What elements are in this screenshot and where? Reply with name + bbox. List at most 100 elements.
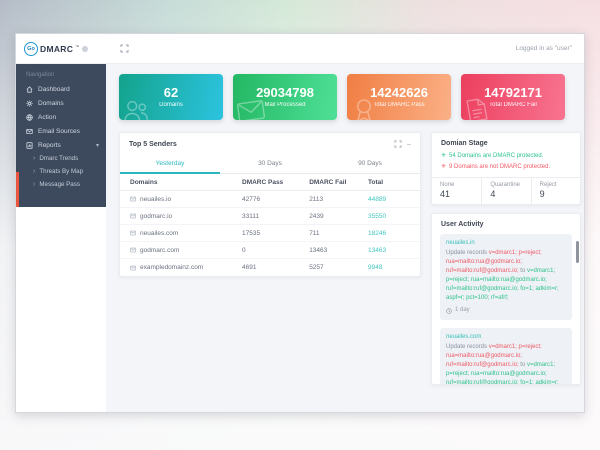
cell-total: 9948 (368, 264, 410, 271)
stat-label: Domains (159, 102, 183, 108)
cell-fail: 13463 (309, 247, 368, 254)
panels-row: Top 5 Senders – Yesterday 30 Days 90 Day… (119, 132, 572, 385)
sidebar-item-reports[interactable]: Reports ▾ (16, 138, 106, 152)
sidebar-subitem-dmarc-trends[interactable]: Dmarc Trends (16, 152, 106, 165)
cell-domain-text: neuailes.io (140, 196, 171, 203)
stage-reject: Reject 9 (531, 178, 580, 204)
logo-text: DMARC (40, 44, 73, 54)
stat-label: Total DMARC Pass (373, 102, 424, 108)
domain-stage-panel: Domian Stage 54 Domains are DMARC protec… (431, 132, 581, 205)
sidebar: Navigation Dashboard Domains Action Emai… (16, 64, 106, 207)
mail-row-icon (130, 230, 136, 236)
stat-card-dmarc-pass[interactable]: 14242626 Total DMARC Pass (347, 74, 451, 120)
stage-quarantine: Quarantine 4 (481, 178, 530, 204)
table-row[interactable]: exampledomainz.com 4691 5257 9948 (120, 259, 420, 276)
stat-label: Total DMARC Fail (489, 102, 537, 108)
collapse-panel-icon[interactable]: – (407, 141, 411, 148)
app-window: Go DMARC ™ Logged in as "user" Navigatio… (15, 33, 585, 413)
users-icon (121, 96, 151, 120)
sidebar-subitem-threats-by-map[interactable]: Threats By Map (16, 165, 106, 178)
table-header: Domains DMARC Pass DMARC Fail Total (120, 174, 420, 191)
activity-time: 1 day (446, 306, 566, 315)
table-row[interactable]: godmarc.com 0 13463 13463 (120, 242, 420, 259)
activity-scrollbar[interactable] (576, 241, 579, 263)
stage-summary: None 41 Quarantine 4 Reject 9 (432, 177, 580, 204)
sidebar-item-label: Reports (38, 142, 61, 149)
user-activity-title: User Activity (441, 221, 484, 228)
expand-icon[interactable] (394, 140, 402, 148)
domain-stage-title: Domian Stage (441, 140, 488, 147)
cell-pass: 17535 (242, 230, 309, 237)
tab-yesterday[interactable]: Yesterday (120, 154, 220, 174)
top-senders-tabs: Yesterday 30 Days 90 Days (120, 154, 420, 174)
table-row[interactable]: neuailes.io 42776 2113 44889 (120, 191, 420, 208)
sidebar-scrollbar[interactable] (16, 172, 19, 207)
col-total: Total (368, 179, 410, 186)
sidebar-item-label: Dashboard (38, 86, 70, 93)
mail-row-icon (130, 265, 136, 271)
logo[interactable]: Go DMARC ™ (16, 42, 106, 56)
stat-card-mail-processed[interactable]: 29034798 Mail Processed (233, 74, 337, 120)
cell-pass: 42776 (242, 196, 309, 203)
activity-prefix: Update records (446, 344, 489, 350)
sidebar-subitem-label: Dmarc Trends (39, 155, 78, 162)
sidebar-item-email-sources[interactable]: Email Sources (16, 124, 106, 138)
sidebar-section-label: Navigation (16, 69, 106, 82)
cell-fail: 2439 (309, 213, 368, 220)
activity-connector: to (519, 268, 527, 274)
clock-icon (446, 308, 452, 314)
cell-pass: 33111 (242, 213, 309, 220)
cell-total: 18246 (368, 230, 410, 237)
table-row[interactable]: godmarc.io 33111 2439 35550 (120, 208, 420, 225)
cell-fail: 5257 (309, 264, 368, 271)
sidebar-item-domains[interactable]: Domains (16, 96, 106, 110)
stat-card-domains[interactable]: 62 Domains (119, 74, 223, 120)
top-senders-panel: Top 5 Senders – Yesterday 30 Days 90 Day… (119, 132, 421, 277)
stat-card-dmarc-fail[interactable]: 14792171 Total DMARC Fail (461, 74, 565, 120)
chevron-down-icon: ▾ (96, 142, 106, 149)
user-activity-panel: User Activity neuailes.in Update records… (431, 213, 581, 385)
main-content: 62 Domains 29034798 Mail Processed 14242… (106, 64, 584, 412)
cell-pass: 4691 (242, 264, 309, 271)
cell-domain-text: exampledomainz.com (140, 264, 203, 271)
cell-fail: 711 (309, 230, 368, 237)
logo-trademark: ™ (75, 44, 79, 49)
col-dmarc-pass: DMARC Pass (242, 179, 309, 186)
right-column: Domian Stage 54 Domains are DMARC protec… (431, 132, 581, 385)
gear-icon (26, 100, 33, 107)
col-domains: Domains (130, 179, 242, 186)
top-senders-title: Top 5 Senders (129, 141, 177, 148)
tab-30-days[interactable]: 30 Days (220, 154, 320, 174)
sidebar-item-dashboard[interactable]: Dashboard (16, 82, 106, 96)
activity-prefix: Update records (446, 250, 489, 256)
stat-value: 62 (164, 86, 178, 100)
header: Go DMARC ™ Logged in as "user" (16, 34, 584, 64)
table-row[interactable]: neuailes.com 17535 711 18246 (120, 225, 420, 242)
stat-value: 14792171 (484, 86, 542, 100)
stat-label: Mail Processed (264, 102, 305, 108)
sidebar-subitem-message-pass[interactable]: Message Pass (16, 178, 106, 191)
stage-none: None 41 (432, 178, 481, 204)
cell-domain-text: godmarc.com (140, 247, 179, 254)
protected-status-text: 54 Domains are DMARC protected. (432, 150, 580, 161)
cell-domain-text: godmarc.io (140, 213, 172, 220)
activity-domain-link[interactable]: neuailes.in (446, 239, 566, 248)
cell-pass: 0 (242, 247, 309, 254)
sidebar-item-action[interactable]: Action (16, 110, 106, 124)
cell-fail: 2113 (309, 196, 368, 203)
col-dmarc-fail: DMARC Fail (309, 179, 368, 186)
cell-total: 35550 (368, 213, 410, 220)
email-icon (26, 128, 33, 135)
sidebar-toggle-icon[interactable] (120, 44, 129, 53)
activity-item: neuailes.com Update records v=dmarc1; p=… (440, 328, 572, 385)
sidebar-subitem-label: Message Pass (39, 181, 80, 188)
tab-90-days[interactable]: 90 Days (320, 154, 420, 174)
logged-in-status: Logged in as "user" (516, 45, 584, 52)
activity-domain-link[interactable]: neuailes.com (446, 333, 566, 342)
sidebar-item-label: Domains (38, 100, 64, 107)
mail-row-icon (130, 247, 136, 253)
mail-row-icon (130, 196, 136, 202)
cell-total: 44889 (368, 196, 410, 203)
logo-dot-icon (82, 46, 88, 52)
report-icon (26, 142, 33, 149)
